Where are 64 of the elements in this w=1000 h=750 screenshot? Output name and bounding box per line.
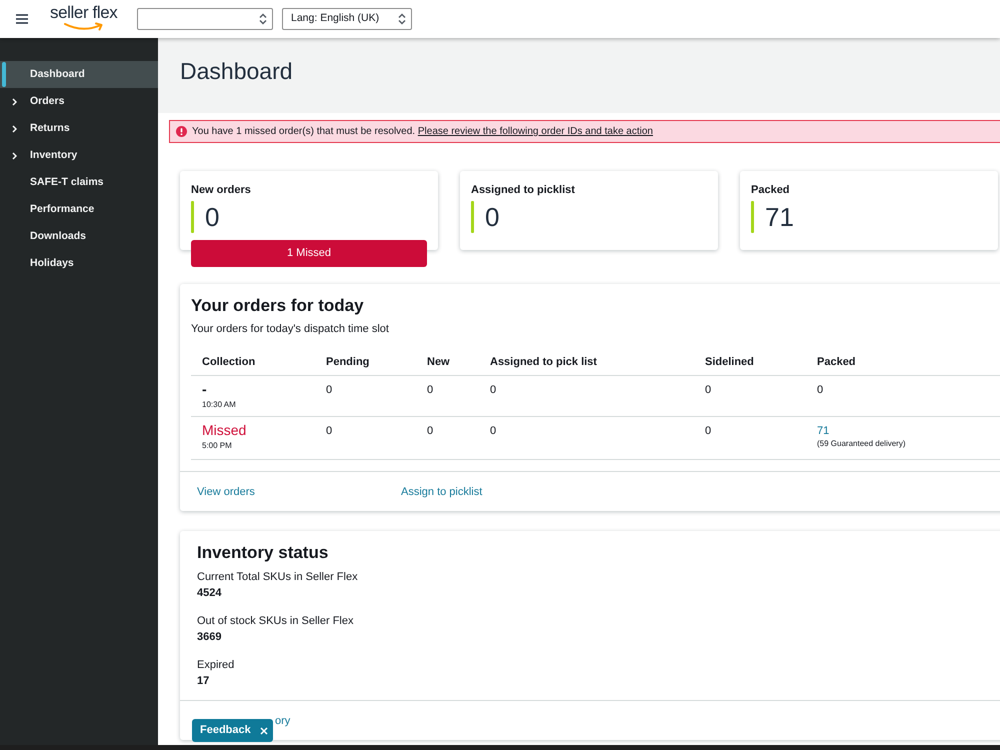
feedback-button[interactable]: Feedback [192, 719, 273, 742]
table-cell: 0 [326, 383, 332, 397]
card-link[interactable]: View orders [197, 484, 255, 498]
card-title: Inventory status [197, 543, 330, 563]
sidebar-item[interactable]: Dashboard [0, 61, 158, 88]
collection-time: 5:00 PM [202, 441, 232, 451]
guaranteed-delivery-note: (59 Guaranteed delivery) [817, 439, 906, 449]
stat-value: 4524 [197, 586, 222, 600]
accent-bar [751, 201, 754, 233]
error-icon [176, 126, 187, 137]
alert-message: You have 1 missed order(s) that must be resolved. Please review the following order IDs and take action [192, 125, 653, 139]
table-cell: 0 [817, 383, 824, 397]
chevron-updown-icon [259, 13, 267, 25]
table-cell: 0 [326, 424, 332, 438]
stat-value: 71 [765, 201, 794, 233]
sidebar-item[interactable]: SAFE-T claims [0, 169, 158, 196]
stat-value: 0 [205, 201, 220, 233]
collection-status: Missed [202, 422, 246, 439]
table-cell: 0 [490, 383, 496, 397]
stat-label: Expired [197, 658, 236, 672]
sidebar-item[interactable]: Returns [0, 115, 158, 142]
close-icon[interactable] [260, 726, 268, 734]
page-title: Dashboard [180, 57, 293, 85]
stat-label: Current Total SKUs in Seller Flex [197, 570, 359, 584]
chevron-updown-icon [398, 13, 406, 25]
menu-icon[interactable] [16, 14, 28, 24]
column-header: New [427, 354, 450, 368]
stat-value: 3669 [197, 630, 222, 644]
column-header: Collection [202, 354, 256, 368]
collection-status: - [202, 381, 207, 398]
sidebar-item[interactable]: Performance [0, 196, 158, 223]
logo-text: seller flex [50, 4, 118, 22]
column-header: Pending [326, 354, 370, 368]
collection-time: 10:30 AM [202, 400, 236, 410]
sidebar-item[interactable]: Inventory [0, 142, 158, 169]
stat-title: New orders [191, 183, 252, 197]
card-link[interactable]: Assign to picklist [401, 484, 482, 498]
stat-value: 0 [485, 201, 500, 233]
table-cell: 0 [705, 424, 712, 438]
column-header: Assigned to pick list [490, 354, 597, 368]
packed-count-link[interactable]: 71 [817, 424, 830, 438]
card-title: Your orders for today [191, 295, 365, 316]
sidebar-item[interactable]: Holidays [0, 250, 158, 277]
stat-title: Packed [751, 183, 791, 197]
manage-inventory-link[interactable]: ory [275, 714, 290, 728]
column-header: Sidelined [705, 354, 754, 368]
missed-orders-button[interactable]: 1 Missed [191, 240, 427, 267]
sidebar-item[interactable]: Orders [0, 88, 158, 115]
review-orders-link[interactable]: Please review the following order IDs and take action [418, 126, 653, 137]
sidebar-item[interactable]: Downloads [0, 223, 158, 250]
accent-bar [191, 201, 194, 233]
stat-value: 17 [197, 674, 210, 688]
language-select[interactable]: Lang: English (UK) [282, 8, 412, 30]
table-cell: 0 [490, 424, 496, 438]
select-field[interactable] [137, 8, 273, 30]
card-subtitle: Your orders for today's dispatch time slot [191, 322, 390, 336]
column-header: Packed [817, 354, 856, 368]
table-cell: 0 [427, 383, 434, 397]
smile-arrow-icon [64, 22, 104, 32]
table-cell: 0 [427, 424, 434, 438]
accent-bar [471, 201, 474, 233]
stat-title: Assigned to picklist [471, 183, 576, 197]
table-cell: 0 [705, 383, 712, 397]
stat-label: Out of stock SKUs in Seller Flex [197, 614, 354, 628]
